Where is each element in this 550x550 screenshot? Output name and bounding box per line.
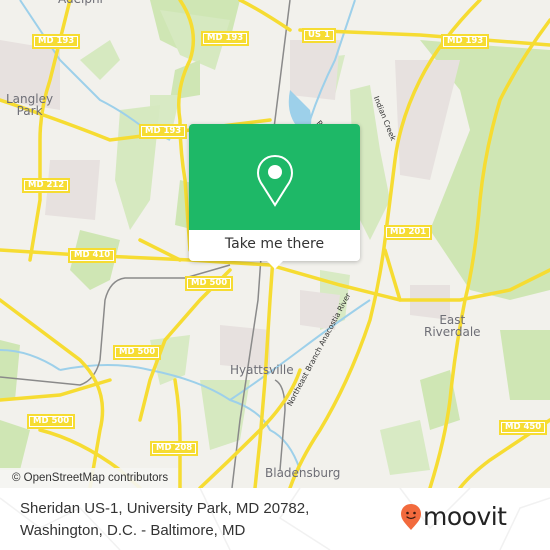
moovit-pin-icon xyxy=(401,504,421,530)
route-shield: MD 193 xyxy=(32,34,81,49)
route-shield: MD 500 xyxy=(185,276,234,291)
route-shield: MD 193 xyxy=(441,34,490,49)
place-label-adelphi: Adelphi xyxy=(58,0,103,5)
route-shield: MD 212 xyxy=(22,178,71,193)
route-shield: MD 500 xyxy=(113,345,162,360)
route-shield: MD 201 xyxy=(384,225,433,240)
place-label-line: Riverdale xyxy=(424,325,481,339)
take-me-there-button[interactable]: Take me there xyxy=(189,230,360,261)
moovit-logo-text: moovit xyxy=(423,502,507,531)
address: Sheridan US-1, University Park, MD 20782… xyxy=(20,498,309,542)
route-shield: MD 500 xyxy=(27,414,76,429)
popup-tail xyxy=(267,261,283,269)
place-label-hyattsville: Hyattsville xyxy=(230,363,294,377)
route-shield: MD 193 xyxy=(139,124,188,139)
route-shield: MD 410 xyxy=(68,248,117,263)
moovit-logo[interactable]: moovit xyxy=(400,503,507,531)
address-line-1: Sheridan US-1, University Park, MD 20782… xyxy=(20,500,310,517)
popup-header xyxy=(189,124,360,230)
route-shield: MD 208 xyxy=(150,441,199,456)
route-shield: US 1 xyxy=(302,28,336,43)
take-me-there-popup[interactable]: Take me there xyxy=(189,124,360,269)
place-label-bladensburg: Bladensburg xyxy=(265,466,341,480)
place-label-langley-park: Langley Park xyxy=(6,93,53,117)
route-shield: MD 450 xyxy=(499,420,548,435)
map-attribution[interactable]: © OpenStreetMap contributors xyxy=(0,468,179,488)
route-shield: MD 193 xyxy=(201,31,250,46)
map-pin-icon xyxy=(256,154,294,207)
address-line-2: Washington, D.C. - Baltimore, MD xyxy=(20,522,246,539)
place-label-east-riverdale: East Riverdale xyxy=(424,314,481,338)
place-label-line: Park xyxy=(16,104,43,118)
